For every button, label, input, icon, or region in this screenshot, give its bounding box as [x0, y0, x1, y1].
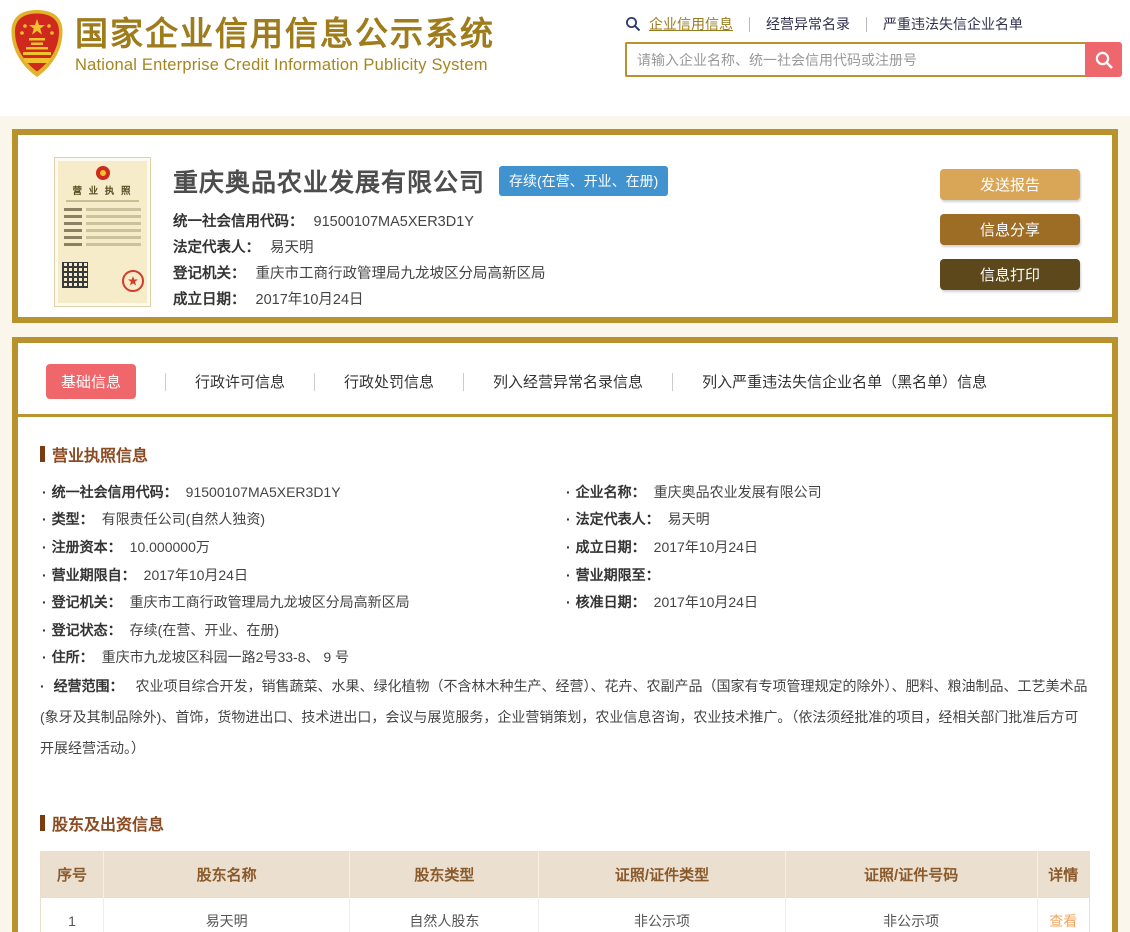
summary-row-legal-rep: 法定代表人： 易天明	[173, 240, 314, 256]
license-fields: 统一社会信用代码： 91500107MA5XER3D1Y 类型： 有限责任公司(…	[42, 478, 1090, 671]
nav-link-abnormal-list[interactable]: 经营异常名录	[766, 14, 850, 34]
col-header-shareholder-type: 股东类型	[349, 851, 540, 898]
license-decor-line	[66, 200, 139, 202]
field-registered-capital: 注册资本： 10.000000万	[42, 533, 566, 561]
license-info-section-title: 营业执照信息	[40, 442, 1090, 466]
company-summary-info: 重庆奥品农业发展有限公司 存续(在营、开业、在册) 统一社会信用代码： 9150…	[173, 157, 940, 308]
section-title-bar	[40, 446, 45, 462]
national-emblem-icon	[11, 10, 63, 77]
table-header-row: 序号 股东名称 股东类型 证照/证件类型 证照/证件号码 详情	[40, 851, 1090, 898]
col-header-detail: 详情	[1037, 851, 1090, 898]
business-license-thumbnail[interactable]: 营 业 执 照	[54, 157, 151, 307]
search-icon	[626, 17, 641, 32]
nav-link-enterprise-credit[interactable]: 企业信用信息	[649, 14, 733, 34]
tab-separator	[314, 372, 316, 391]
tab-abnormal-operation[interactable]: 列入经营异常名录信息	[493, 371, 643, 392]
field-company-type: 类型： 有限责任公司(自然人独资)	[42, 506, 566, 534]
search-box	[625, 42, 1125, 77]
tab-basic-info[interactable]: 基础信息	[46, 364, 137, 399]
col-header-no: 序号	[40, 851, 104, 898]
status-badge: 存续(在营、开业、在册)	[499, 166, 669, 196]
nav-link-illegal-list[interactable]: 严重违法失信企业名单	[883, 14, 1023, 34]
field-term-from: 营业期限自： 2017年10月24日	[42, 561, 566, 589]
shareholders-section-title: 股东及出资信息	[40, 811, 1090, 835]
company-detail-card: 基础信息 行政许可信息 行政处罚信息 列入经营异常名录信息 列入严重违法失信企业…	[12, 337, 1118, 932]
cell-cert-type: 非公示项	[538, 897, 786, 932]
col-header-shareholder-name: 股东名称	[103, 851, 351, 898]
search-button[interactable]	[1085, 42, 1122, 77]
col-header-cert-type: 证照/证件类型	[538, 851, 786, 898]
section-title-bar	[40, 815, 45, 832]
field-legal-rep: 法定代表人： 易天明	[566, 506, 1090, 534]
field-registration-status: 登记状态： 存续(在营、开业、在册)	[42, 616, 566, 644]
field-business-scope: 经营范围： 农业项目综合开发，销售蔬菜、水果、绿化植物（不含林木种生产、经营）、…	[40, 671, 1090, 764]
table-row: 1 易天明 自然人股东 非公示项 非公示项 查看	[40, 897, 1090, 932]
company-name: 重庆奥品农业发展有限公司	[173, 169, 486, 197]
cell-no: 1	[40, 897, 104, 932]
share-info-button[interactable]: 信息分享	[940, 214, 1080, 245]
search-area: 企业信用信息 经营异常名录 严重违法失信企业名单	[625, 9, 1125, 77]
tab-blacklist[interactable]: 列入严重违法失信企业名单（黑名单）信息	[702, 371, 987, 392]
field-address: 住所： 重庆市九龙坡区科园一路2号33-8、 9 号	[42, 644, 566, 672]
tab-admin-penalty[interactable]: 行政处罚信息	[344, 371, 434, 392]
summary-row-credit-code: 统一社会信用代码： 91500107MA5XER3D1Y	[173, 214, 474, 230]
site-header: 国家企业信用信息公示系统 National Enterprise Credit …	[0, 0, 1130, 116]
cell-shareholder-name: 易天明	[103, 897, 351, 932]
license-emblem-icon	[95, 166, 110, 180]
search-icon	[1095, 51, 1113, 69]
search-nav-links: 企业信用信息 经营异常名录 严重违法失信企业名单	[625, 14, 1125, 34]
tab-admin-license[interactable]: 行政许可信息	[195, 371, 285, 392]
detail-tabs: 基础信息 行政许可信息 行政处罚信息 列入经营异常名录信息 列入严重违法失信企业…	[18, 343, 1112, 417]
tab-separator	[463, 372, 465, 391]
license-thumb-title: 营 业 执 照	[72, 186, 133, 197]
summary-row-establish-date: 成立日期： 2017年10月24日	[173, 292, 364, 308]
col-header-cert-number: 证照/证件号码	[785, 851, 1038, 898]
company-summary-card: 营 业 执 照 重庆奥品农业发展有限公司 存续(在营、开业、在册) 统一社会信用…	[12, 129, 1118, 323]
summary-action-buttons: 发送报告 信息分享 信息打印	[940, 169, 1080, 295]
license-qr-code	[62, 262, 88, 288]
nav-separator	[866, 16, 867, 32]
cell-cert-number: 非公示项	[785, 897, 1038, 932]
nav-separator	[749, 16, 750, 32]
field-term-to: 营业期限至：	[566, 561, 1090, 589]
company-search-input[interactable]	[625, 42, 1085, 77]
cell-shareholder-type: 自然人股东	[349, 897, 540, 932]
site-title-zh: 国家企业信用信息公示系统	[75, 14, 495, 52]
field-registry-authority: 登记机关： 重庆市工商行政管理局九龙坡区分局高新区局	[42, 588, 566, 616]
field-approval-date: 核准日期： 2017年10月24日	[566, 588, 1090, 616]
field-establish-date: 成立日期： 2017年10月24日	[566, 533, 1090, 561]
field-company-name: 企业名称： 重庆奥品农业发展有限公司	[566, 478, 1090, 506]
site-title-en: National Enterprise Credit Information P…	[75, 55, 488, 74]
view-detail-link[interactable]: 查看	[1049, 913, 1077, 929]
tab-separator	[165, 372, 167, 391]
summary-row-registry-authority: 登记机关： 重庆市工商行政管理局九龙坡区分局高新区局	[173, 266, 546, 282]
shareholders-table: 序号 股东名称 股东类型 证照/证件类型 证照/证件号码 详情 1 易天明 自然…	[40, 851, 1090, 932]
brand: 国家企业信用信息公示系统 National Enterprise Credit …	[8, 9, 495, 79]
send-report-button[interactable]: 发送报告	[940, 169, 1080, 200]
field-credit-code: 统一社会信用代码： 91500107MA5XER3D1Y	[42, 478, 566, 506]
license-red-seal-icon	[122, 270, 144, 292]
print-info-button[interactable]: 信息打印	[940, 259, 1080, 290]
tab-separator	[672, 372, 674, 391]
